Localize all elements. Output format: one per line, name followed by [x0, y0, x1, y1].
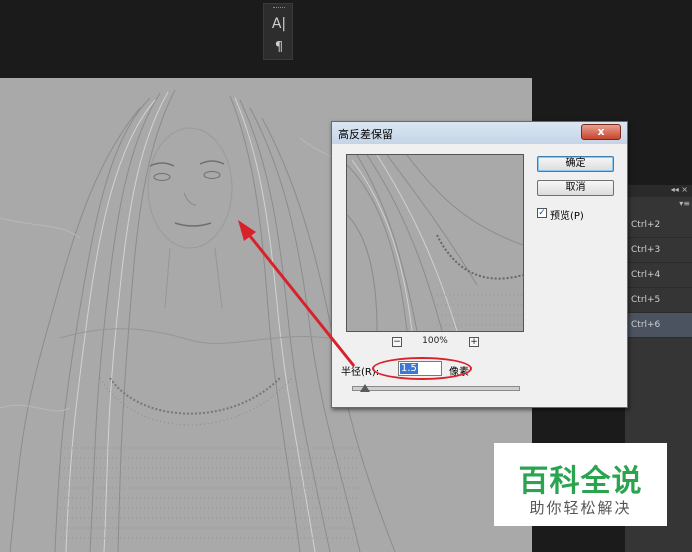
panel-item[interactable]: Ctrl+3 [625, 238, 692, 263]
radius-slider-thumb[interactable] [360, 384, 371, 392]
drag-grip[interactable] [273, 7, 285, 10]
tool-strip: A| ¶ [263, 3, 293, 60]
paragraph-panel-icon[interactable]: ¶ [264, 40, 294, 55]
panel-item[interactable]: Ctrl+4 [625, 263, 692, 288]
panel-header[interactable]: ◂◂ × [625, 185, 692, 197]
panel-item[interactable]: Ctrl+5 [625, 288, 692, 313]
zoom-in-button[interactable]: + [469, 337, 479, 347]
panel-item[interactable]: Ctrl+2 [625, 213, 692, 238]
preview-label[interactable]: 预览(P) [550, 207, 584, 222]
filter-preview[interactable] [346, 154, 524, 332]
zoom-level: 100% [422, 336, 448, 346]
zoom-controls: − 100% + [346, 336, 522, 350]
watermark-subtitle: 助你轻松解决 [529, 499, 632, 517]
radius-slider[interactable] [352, 386, 520, 391]
cancel-button[interactable]: 取消 [537, 180, 614, 196]
high-pass-dialog: 高反差保留 x − 100% + 确定 取消 ✓ 预览(P) 半径(R): 1.… [331, 121, 628, 408]
panel-menu-icon[interactable]: ▾≡ [679, 199, 690, 208]
close-button[interactable]: x [581, 124, 621, 140]
panel-item-selected[interactable]: Ctrl+6 [625, 313, 692, 338]
panel-header-icons[interactable]: ◂◂ × [671, 185, 688, 194]
watermark-title: 百科全说 [518, 464, 643, 499]
character-panel-icon[interactable]: A| [264, 16, 294, 32]
preview-image [347, 155, 523, 331]
dialog-titlebar[interactable]: 高反差保留 x [332, 122, 627, 144]
zoom-out-button[interactable]: − [392, 337, 402, 347]
preview-checkbox[interactable]: ✓ [537, 208, 547, 218]
dialog-title: 高反差保留 [338, 128, 393, 141]
ok-button[interactable]: 确定 [537, 156, 614, 172]
annotation-circle [372, 357, 472, 380]
watermark-logo: 百科全说 助你轻松解决 [494, 443, 667, 526]
